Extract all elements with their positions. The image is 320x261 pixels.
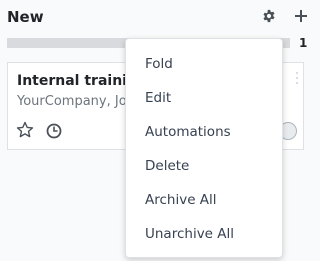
quick-create-button[interactable] [291,6,311,26]
menu-item-delete[interactable]: Delete [126,149,282,183]
clock-icon[interactable] [45,122,63,140]
plus-icon [295,10,307,22]
card-subtitle: YourCompany, Jo [17,94,127,109]
kebab-icon[interactable] [293,71,301,85]
column-title: New [7,8,44,26]
menu-item-archive-all[interactable]: Archive All [126,183,282,217]
column-settings-menu: Fold Edit Automations Delete Archive All… [125,38,283,258]
menu-item-edit[interactable]: Edit [126,81,282,115]
menu-item-automations[interactable]: Automations [126,115,282,149]
menu-item-unarchive-all[interactable]: Unarchive All [126,217,282,251]
column-settings-button[interactable] [259,6,279,26]
menu-item-fold[interactable]: Fold [126,47,282,81]
gear-icon [263,9,275,23]
kanban-column: New 1 Internal training YourCompany, Jo [0,0,313,261]
column-record-count: 1 [299,36,308,50]
star-icon[interactable] [16,121,34,139]
